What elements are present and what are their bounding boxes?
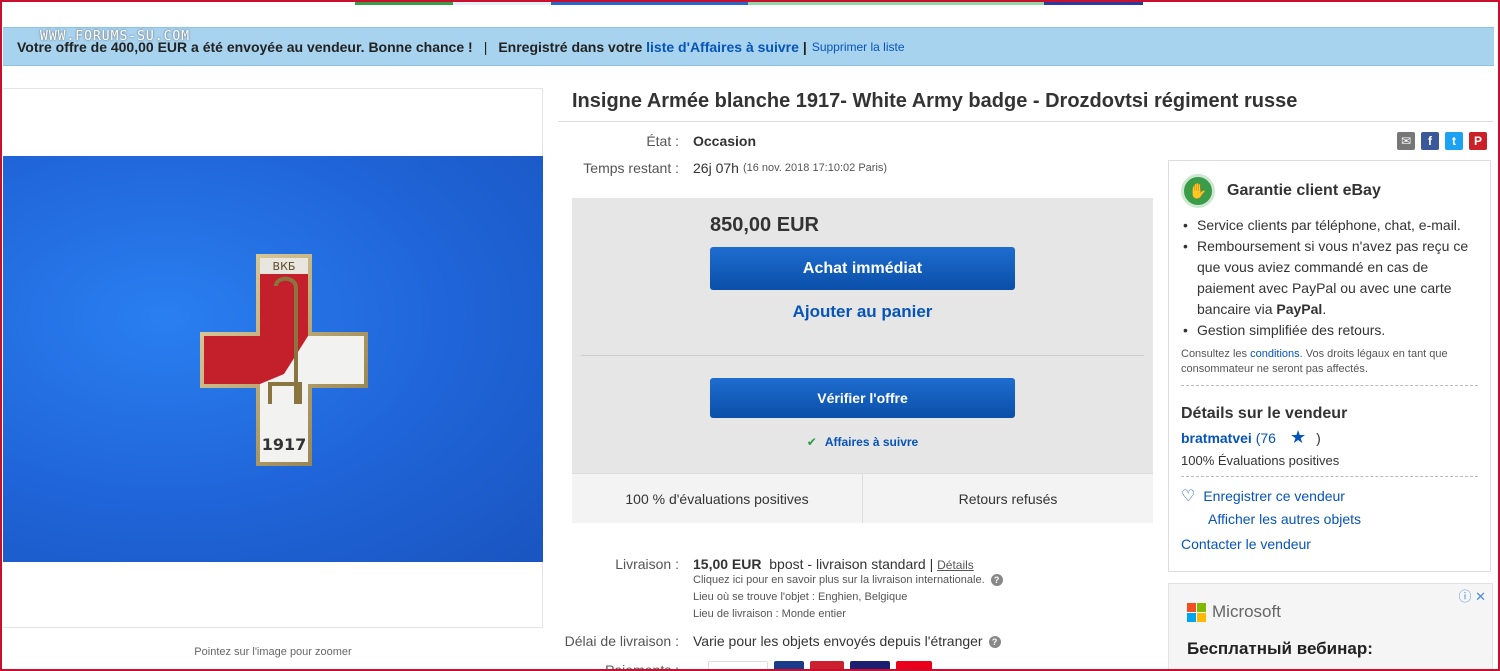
- condition-label: État :: [646, 133, 679, 149]
- guarantee-list: Service clients par téléphone, chat, e-m…: [1181, 215, 1478, 341]
- buy-box-stats: 100 % d'évaluations positives Retours re…: [572, 473, 1153, 523]
- payment-icons: [708, 661, 932, 671]
- review-offer-button[interactable]: Vérifier l'offre: [710, 378, 1015, 418]
- visa-icon: [850, 661, 890, 671]
- paypal-bold: PayPal: [1276, 301, 1323, 317]
- pinterest-icon[interactable]: P: [1469, 132, 1487, 150]
- item-title: Insigne Armée blanche 1917- White Army b…: [558, 88, 1493, 122]
- save-seller-link[interactable]: ♡ Enregistrer ce vendeur: [1181, 486, 1478, 506]
- guarantee-item: Gestion simplifiée des retours.: [1181, 320, 1478, 341]
- contact-seller-link[interactable]: Contacter le vendeur: [1181, 536, 1478, 552]
- facebook-icon[interactable]: f: [1421, 132, 1439, 150]
- seller-info: bratmatvei (76 ★ ): [1181, 427, 1478, 448]
- time-left-value: 26j 07h: [693, 160, 739, 176]
- offer-confirmation-banner: Votre offre de 400,00 EUR a été envoyée …: [3, 27, 1494, 66]
- buy-box: 850,00 EUR Achat immédiat Ajouter au pan…: [572, 198, 1153, 523]
- microsoft-ad[interactable]: ⓘ ✕ Microsoft Бесплатный вебинар:: [1168, 583, 1493, 671]
- buy-now-button[interactable]: Achat immédiat: [710, 247, 1015, 290]
- seller-name-link[interactable]: bratmatvei: [1181, 430, 1252, 446]
- seller-positive: 100% Évaluations positives: [1181, 453, 1478, 477]
- payment-label: Paiements :: [605, 662, 679, 671]
- guarantee-item: Service clients par téléphone, chat, e-m…: [1181, 215, 1478, 236]
- shipping-label: Livraison :: [615, 556, 679, 572]
- payment-row: Paiements :: [558, 662, 693, 671]
- paypal-end: .: [1322, 301, 1327, 317]
- top-color-strip: [355, 0, 1143, 5]
- add-to-cart-link[interactable]: Ajouter au panier: [710, 302, 1015, 322]
- buy-box-divider: [581, 355, 1144, 356]
- delivery-delay-value: Varie pour les objets envoyés depuis l'é…: [693, 633, 983, 649]
- item-location: Lieu où se trouve l'objet : Enghien, Bel…: [693, 591, 908, 603]
- conditions-link[interactable]: conditions: [1250, 348, 1300, 360]
- guarantee-item-text: Remboursement si vous n'avez pas reçu ce…: [1197, 238, 1469, 317]
- guarantee-title: Garantie client eBay: [1227, 182, 1381, 199]
- time-left-detail: (16 nov. 2018 17:10:02 Paris): [742, 162, 888, 174]
- seller-score-close: ): [1316, 429, 1321, 446]
- shipping-price: 15,00 EUR: [693, 556, 762, 572]
- watch-label: Affaires à suivre: [824, 435, 919, 449]
- guarantee-note: Consultez les conditions. Vos droits lég…: [1181, 347, 1478, 386]
- remove-list-link[interactable]: Supprimer la liste: [812, 40, 905, 54]
- shipping-method: bpost - livraison standard |: [769, 556, 934, 572]
- microsoft-logo-icon: [1187, 602, 1206, 622]
- handshake-icon: ✋: [1181, 174, 1215, 208]
- returns-stat: Retours refusés: [958, 490, 1058, 507]
- paypal-icon: [708, 661, 768, 671]
- time-left-row: Temps restant : 26j 07h (16 nov. 2018 17…: [558, 160, 887, 176]
- guarantee-note-prefix: Consultez les: [1181, 348, 1248, 360]
- email-icon[interactable]: ✉: [1397, 132, 1415, 150]
- intl-shipping-note[interactable]: Cliquez ici pour en savoir plus sur la l…: [693, 574, 985, 586]
- time-left-label: Temps restant :: [583, 160, 679, 176]
- maestro-icon: [810, 661, 844, 671]
- other-items-link[interactable]: Afficher les autres objets: [1181, 511, 1478, 527]
- twitter-icon[interactable]: t: [1445, 132, 1463, 150]
- guarantee-seller-panel: ✋ Garantie client eBay Service clients p…: [1168, 160, 1491, 572]
- price: 850,00 EUR: [710, 214, 819, 236]
- mastercard-icon: [896, 661, 932, 671]
- condition-value: Occasion: [693, 133, 757, 149]
- delivery-delay-row: Délai de livraison : Varie pour les obje…: [558, 633, 1001, 649]
- help-icon[interactable]: ?: [990, 574, 1003, 586]
- white-army-badge-image: ВКБ 1917: [200, 254, 368, 466]
- badge-year: 1917: [262, 435, 307, 454]
- share-icons: ✉ f t P: [1397, 132, 1487, 150]
- badge-top-text: ВКБ: [273, 260, 296, 273]
- seller-heading: Détails sur le vendeur: [1181, 405, 1348, 422]
- shipping-row: Livraison : 15,00 EUR bpost - livraison …: [558, 556, 1003, 623]
- card-icon: [774, 661, 804, 671]
- positive-feedback-stat: 100 % d'évaluations positives: [572, 474, 863, 523]
- heart-icon: ♡: [1181, 488, 1196, 505]
- delay-help-icon[interactable]: ?: [988, 636, 1001, 648]
- ad-brand: Microsoft: [1212, 602, 1281, 621]
- watermark: WWW.FORUMS-SU.COM: [40, 29, 191, 44]
- watchlist-link[interactable]: liste d'Affaires à suivre: [646, 39, 799, 55]
- star-icon: ★: [1289, 427, 1307, 447]
- zoom-hint: Pointez sur l'image pour zoomer: [194, 646, 352, 658]
- check-icon: ✔: [806, 435, 817, 449]
- save-seller-label: Enregistrer ce vendeur: [1203, 488, 1345, 504]
- watch-link[interactable]: ✔ Affaires à suivre: [710, 435, 1015, 449]
- ships-to: Lieu de livraison : Monde entier: [693, 608, 846, 620]
- saved-prefix-text: Enregistré dans votre: [498, 38, 643, 55]
- delivery-delay-label: Délai de livraison :: [564, 633, 679, 649]
- adchoices-icon[interactable]: ⓘ ✕: [1458, 586, 1486, 605]
- shipping-details-link[interactable]: Détails: [937, 558, 974, 572]
- condition-row: État : Occasion: [558, 133, 756, 149]
- guarantee-item: Remboursement si vous n'avez pas reçu ce…: [1181, 236, 1478, 320]
- item-photo[interactable]: ВКБ 1917: [3, 156, 543, 562]
- ad-text: Бесплатный вебинар:: [1187, 639, 1373, 658]
- banner-separator-2: |: [802, 38, 807, 55]
- seller-score[interactable]: (76: [1256, 430, 1276, 446]
- banner-separator: |: [483, 38, 488, 55]
